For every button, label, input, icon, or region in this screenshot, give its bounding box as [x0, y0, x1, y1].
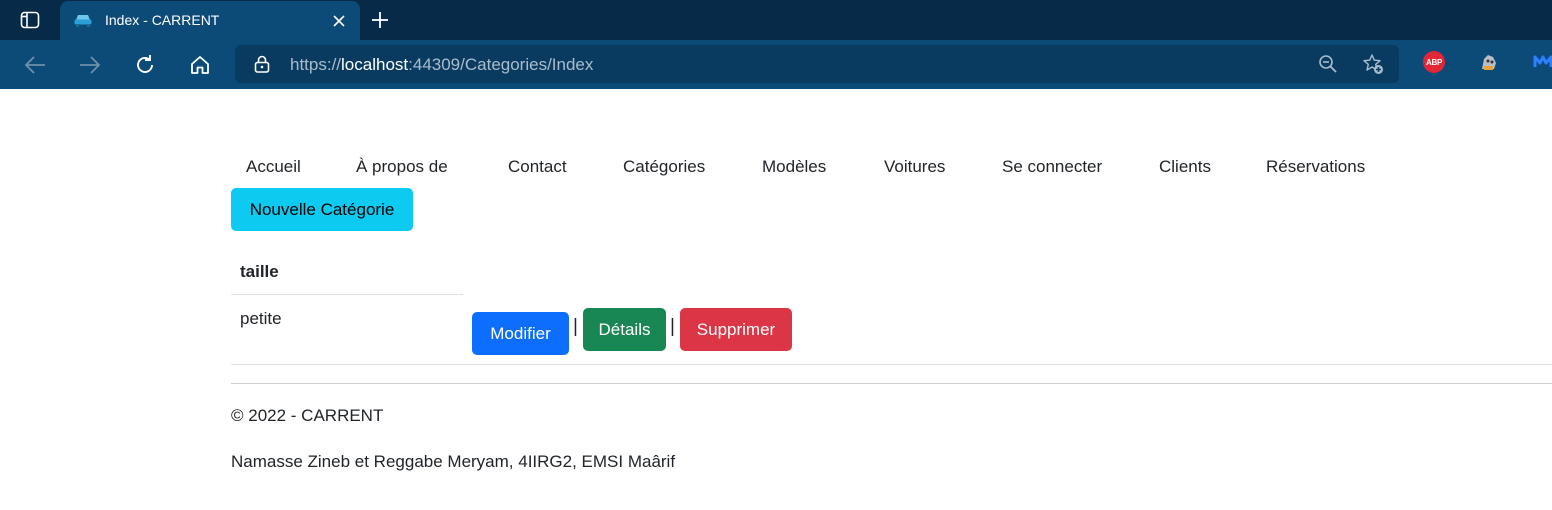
malwarebytes-icon[interactable] [1532, 51, 1552, 73]
nav-item-reservations[interactable]: Réservations [1266, 150, 1365, 184]
nav-item-a-propos[interactable]: À propos de [356, 150, 448, 184]
active-tab[interactable]: Index - CARRENT [60, 1, 360, 40]
nav-item-accueil[interactable]: Accueil [246, 150, 301, 184]
browser-window: Index - CARRENT https://localhost:44309/… [0, 0, 1552, 510]
address-bar[interactable]: https://localhost:44309/Categories/Index [235, 45, 1399, 83]
footer-divider [231, 383, 1552, 384]
home-icon[interactable] [185, 50, 215, 80]
adblock-plus-icon[interactable]: ABP [1423, 51, 1445, 73]
plus-icon[interactable] [367, 7, 393, 33]
lock-icon[interactable] [253, 55, 271, 73]
action-separator: | [573, 316, 578, 337]
url-path: :44309/Categories/Index [408, 55, 594, 74]
add-favorite-icon[interactable] [1362, 53, 1384, 75]
tab-actions-icon[interactable] [8, 6, 52, 34]
tab-title: Index - CARRENT [105, 12, 220, 28]
nav-item-se-connecter[interactable]: Se connecter [1002, 150, 1102, 184]
url-scheme: https:// [290, 55, 342, 74]
nav-item-voitures[interactable]: Voitures [884, 150, 945, 184]
delete-button[interactable]: Supprimer [680, 308, 792, 351]
refresh-icon[interactable] [130, 50, 160, 80]
nav-item-categories[interactable]: Catégories [623, 150, 705, 184]
new-category-button[interactable]: Nouvelle Catégorie [231, 188, 413, 231]
action-separator: | [670, 316, 675, 337]
table-row-divider [231, 364, 1552, 365]
footer-authors: Namasse Zineb et Reggabe Meryam, 4IIRG2,… [231, 452, 676, 471]
extension-icon[interactable] [1478, 51, 1500, 73]
nav-item-clients[interactable]: Clients [1159, 150, 1211, 184]
forward-arrow-icon[interactable] [75, 50, 105, 80]
car-icon [73, 12, 93, 28]
footer-copyright: © 2022 - CARRENT [231, 406, 384, 425]
nav-item-modeles[interactable]: Modèles [762, 150, 826, 184]
table-cell-taille: petite [240, 309, 282, 328]
tab-strip: Index - CARRENT [0, 0, 1552, 40]
close-icon[interactable] [328, 10, 350, 32]
table-header-taille: taille [240, 262, 279, 281]
adblock-plus-label: ABP [1423, 51, 1445, 73]
nav-item-contact[interactable]: Contact [508, 150, 567, 184]
edit-button[interactable]: Modifier [472, 312, 569, 355]
back-arrow-icon[interactable] [20, 50, 50, 80]
zoom-out-icon[interactable] [1317, 53, 1339, 75]
table-header-divider [231, 294, 463, 295]
url-host: localhost [341, 55, 409, 74]
browser-toolbar: https://localhost:44309/Categories/Index [0, 40, 1552, 89]
details-button[interactable]: Détails [583, 308, 666, 351]
url-text[interactable]: https://localhost:44309/Categories/Index [290, 55, 593, 74]
